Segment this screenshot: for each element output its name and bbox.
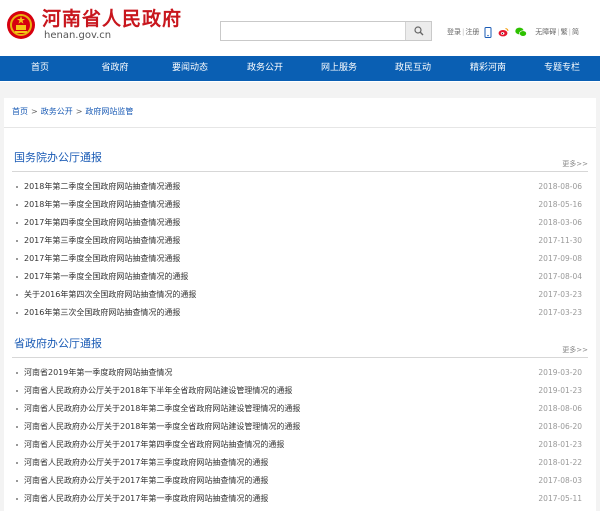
site-header: 河南省人民政府 henan.gov.cn 登录|注册 无障碍|繁|简 [0,0,600,55]
item-title[interactable]: 2017年第四季度全国政府网站抽查情况通报 [24,214,180,232]
item-date: 2017-03-23 [538,290,582,299]
item-title[interactable]: 2017年第二季度全国政府网站抽查情况通报 [24,250,180,268]
list-item[interactable]: 2017年第一季度全国政府网站抽查情况的通报 2017-08-04 [12,268,588,286]
item-title[interactable]: 河南省人民政府办公厅关于2017年第四季度全省政府网站抽查情况的通报 [24,436,284,454]
item-date: 2018-01-23 [538,440,582,449]
breadcrumb-current[interactable]: 政府网站监管 [85,107,133,116]
item-title[interactable]: 河南省2019年第一季度政府网站抽查情况 [24,364,172,382]
breadcrumb-open-affairs[interactable]: 政务公开 [41,107,73,116]
item-date: 2018-01-22 [538,458,582,467]
list-item[interactable]: 河南省人民政府办公厅关于2017年第四季度全省政府网站抽查情况的通报 2018-0… [12,436,588,454]
site-domain: henan.gov.cn [44,30,112,41]
item-date: 2018-08-06 [538,182,582,191]
search-input[interactable] [221,22,405,40]
register-link[interactable]: 注册 [465,25,479,39]
item-title[interactable]: 河南省人民政府办公厅关于2017年第一季度政府网站抽查情况的通报 [24,490,268,508]
item-title[interactable]: 2018年第二季度全国政府网站抽查情况通报 [24,178,180,196]
section-title-state-council: 国务院办公厅通报 [14,151,102,164]
list-item[interactable]: 2016年第三次全国政府网站抽查情况的通报 2017-03-23 [12,304,588,322]
list-item[interactable]: 河南省人民政府办公厅关于2018年第一季度全省政府网站建设管理情况的通报 2018… [12,418,588,436]
wechat-icon[interactable] [515,27,527,37]
content-panel: 首页 > 政务公开 > 政府网站监管 国务院办公厅通报 更多>> 2018年第二季度全国… [4,98,596,511]
list-item[interactable]: 河南省人民政府办公厅关于2017年第二季度政府网站抽查情况的通报 2017-08-… [12,472,588,490]
item-title[interactable]: 2017年第一季度全国政府网站抽查情况的通报 [24,268,188,286]
list-item[interactable]: 河南省人民政府办公厅关于2018年下半年全省政府网站建设管理情况的通报 2019-… [12,382,588,400]
item-date: 2018-03-06 [538,218,582,227]
weibo-icon[interactable] [498,27,509,37]
login-link[interactable]: 登录 [447,25,461,39]
nav-item-home[interactable]: 首页 [3,56,77,81]
item-date: 2017-11-30 [538,236,582,245]
item-title[interactable]: 河南省人民政府办公厅关于2018年第一季度全省政府网站建设管理情况的通报 [24,418,300,436]
list-item[interactable]: 2017年第二季度全国政府网站抽查情况通报 2017-09-08 [12,250,588,268]
list-item[interactable]: 2018年第二季度全国政府网站抽查情况通报 2018-08-06 [12,178,588,196]
breadcrumb: 首页 > 政务公开 > 政府网站监管 [12,107,134,116]
nav-item-news[interactable]: 要闻动态 [153,56,227,81]
top-links: 登录|注册 无障碍|繁|简 [447,25,579,39]
item-date: 2017-03-23 [538,308,582,317]
list-item[interactable]: 河南省人民政府办公厅关于2018年第二季度全省政府网站建设管理情况的通报 2018… [12,400,588,418]
section-title-provincial-office: 省政府办公厅通报 [14,337,102,350]
list-item[interactable]: 河南省2019年第一季度政府网站抽查情况 2019-03-20 [12,364,588,382]
search-button[interactable] [405,22,431,40]
list-provincial-office: 河南省2019年第一季度政府网站抽查情况 2019-03-20 河南省人民政府办公… [12,364,588,508]
item-title[interactable]: 2018年第一季度全国政府网站抽查情况通报 [24,196,180,214]
item-date: 2017-08-03 [538,476,582,485]
item-date: 2018-08-06 [538,404,582,413]
nav-item-topics[interactable]: 专题专栏 [525,56,599,81]
simplified-chinese-link[interactable]: 简 [572,25,579,39]
accessibility-link[interactable]: 无障碍 [535,25,556,39]
list-item[interactable]: 2018年第一季度全国政府网站抽查情况通报 2018-05-16 [12,196,588,214]
site-title[interactable]: 河南省人民政府 [42,8,182,30]
item-title[interactable]: 河南省人民政府办公厅关于2017年第二季度政府网站抽查情况的通报 [24,472,268,490]
breadcrumb-home[interactable]: 首页 [12,107,28,116]
item-date: 2017-09-08 [538,254,582,263]
nav-item-government[interactable]: 省政府 [78,56,152,81]
search-icon [414,26,424,36]
item-title[interactable]: 河南省人民政府办公厅关于2017年第三季度政府网站抽查情况的通报 [24,454,268,472]
list-item[interactable]: 河南省人民政府办公厅关于2017年第三季度政府网站抽查情况的通报 2018-01-… [12,454,588,472]
list-state-council: 2018年第二季度全国政府网站抽查情况通报 2018-08-06 2018年第一季… [12,178,588,322]
nav-item-online-service[interactable]: 网上服务 [302,56,376,81]
more-link-state-council[interactable]: 更多>> [562,159,588,169]
item-date: 2018-06-20 [538,422,582,431]
item-date: 2019-01-23 [538,386,582,395]
item-title[interactable]: 关于2016年第四次全国政府网站抽查情况的通报 [24,286,196,304]
content-area: 首页 > 政务公开 > 政府网站监管 国务院办公厅通报 更多>> 2018年第二季度全国… [0,82,600,511]
list-item[interactable]: 2017年第四季度全国政府网站抽查情况通报 2018-03-06 [12,214,588,232]
more-link-provincial-office[interactable]: 更多>> [562,345,588,355]
search-box [220,21,432,41]
item-date: 2018-05-16 [538,200,582,209]
item-date: 2019-03-20 [538,368,582,377]
section-divider [12,171,588,172]
traditional-chinese-link[interactable]: 繁 [561,25,568,39]
national-emblem-icon [7,11,35,39]
nav-item-open-affairs[interactable]: 政务公开 [228,56,302,81]
item-title[interactable]: 2016年第三次全国政府网站抽查情况的通报 [24,304,180,322]
section-divider [12,357,588,358]
nav-item-henan[interactable]: 精彩河南 [451,56,525,81]
nav-item-interaction[interactable]: 政民互动 [376,56,450,81]
list-item[interactable]: 关于2016年第四次全国政府网站抽查情况的通报 2017-03-23 [12,286,588,304]
main-nav: 首页 省政府 要闻动态 政务公开 网上服务 政民互动 精彩河南 专题专栏 [0,56,600,81]
divider [4,127,596,128]
item-date: 2017-05-11 [538,494,582,503]
list-item[interactable]: 河南省人民政府办公厅关于2017年第一季度政府网站抽查情况的通报 2017-05-… [12,490,588,508]
item-title[interactable]: 2017年第三季度全国政府网站抽查情况通报 [24,232,180,250]
mobile-icon[interactable] [484,26,492,38]
item-title[interactable]: 河南省人民政府办公厅关于2018年第二季度全省政府网站建设管理情况的通报 [24,400,300,418]
item-date: 2017-08-04 [538,272,582,281]
item-title[interactable]: 河南省人民政府办公厅关于2018年下半年全省政府网站建设管理情况的通报 [24,382,292,400]
list-item[interactable]: 2017年第三季度全国政府网站抽查情况通报 2017-11-30 [12,232,588,250]
